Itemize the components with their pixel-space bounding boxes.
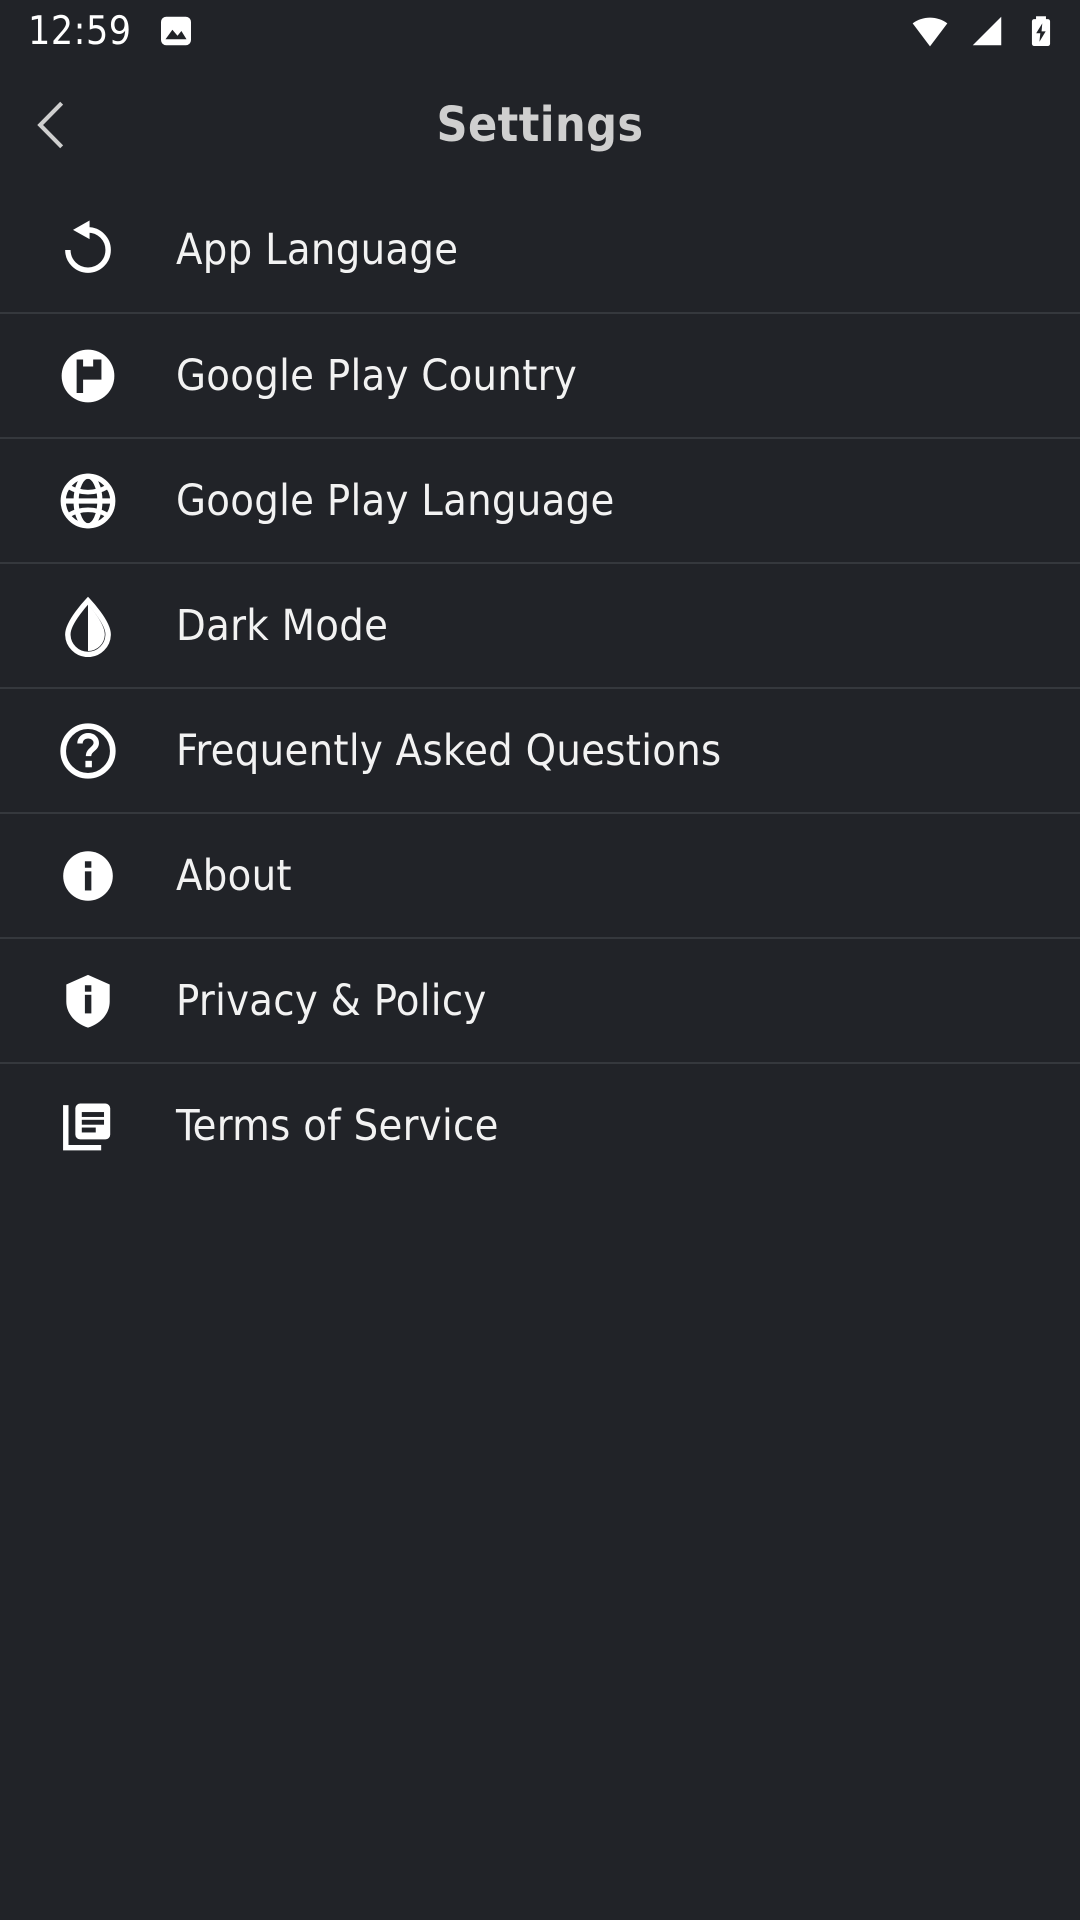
settings-row-label: Google Play Country <box>176 350 578 401</box>
info-circle-icon <box>0 813 176 938</box>
wifi-icon <box>910 11 950 51</box>
status-bar-left: 12:59 <box>28 9 194 54</box>
settings-row-faq[interactable]: Frequently Asked Questions <box>0 687 1080 812</box>
settings-list: App Language Google Play Country Google … <box>0 187 1080 1187</box>
flag-circle-icon <box>0 313 176 438</box>
chevron-left-icon <box>23 96 81 154</box>
settings-row-label: Dark Mode <box>176 600 389 651</box>
rotate-arrow-icon <box>0 187 176 312</box>
settings-row-about[interactable]: About <box>0 812 1080 937</box>
settings-row-label: About <box>176 850 292 901</box>
settings-row-label: App Language <box>176 224 459 275</box>
settings-row-label: Google Play Language <box>176 475 615 526</box>
settings-row-google-play-country[interactable]: Google Play Country <box>0 312 1080 437</box>
settings-row-dark-mode[interactable]: Dark Mode <box>0 562 1080 687</box>
settings-row-privacy-policy[interactable]: Privacy & Policy <box>0 937 1080 1062</box>
page-title: Settings <box>436 96 644 153</box>
documents-icon <box>0 1063 176 1188</box>
status-bar-clock: 12:59 <box>28 8 132 54</box>
app-header: Settings <box>0 62 1080 187</box>
photo-icon <box>158 13 194 49</box>
battery-charging-icon <box>1024 14 1058 48</box>
shield-info-icon <box>0 938 176 1063</box>
status-bar-right <box>910 0 1058 62</box>
settings-row-label: Frequently Asked Questions <box>176 725 722 776</box>
status-bar: 12:59 <box>0 0 1080 62</box>
back-button[interactable] <box>14 87 90 163</box>
settings-row-label: Terms of Service <box>176 1100 499 1151</box>
question-circle-icon <box>0 688 176 813</box>
cellular-signal-icon <box>968 12 1006 50</box>
settings-screen: 12:59 Settings App Language Google Play … <box>0 0 1080 1920</box>
half-filled-droplet-icon <box>0 563 176 688</box>
settings-row-label: Privacy & Policy <box>176 975 487 1026</box>
settings-row-app-language[interactable]: App Language <box>0 187 1080 312</box>
settings-row-terms-of-service[interactable]: Terms of Service <box>0 1062 1080 1187</box>
globe-icon <box>0 438 176 563</box>
settings-row-google-play-language[interactable]: Google Play Language <box>0 437 1080 562</box>
